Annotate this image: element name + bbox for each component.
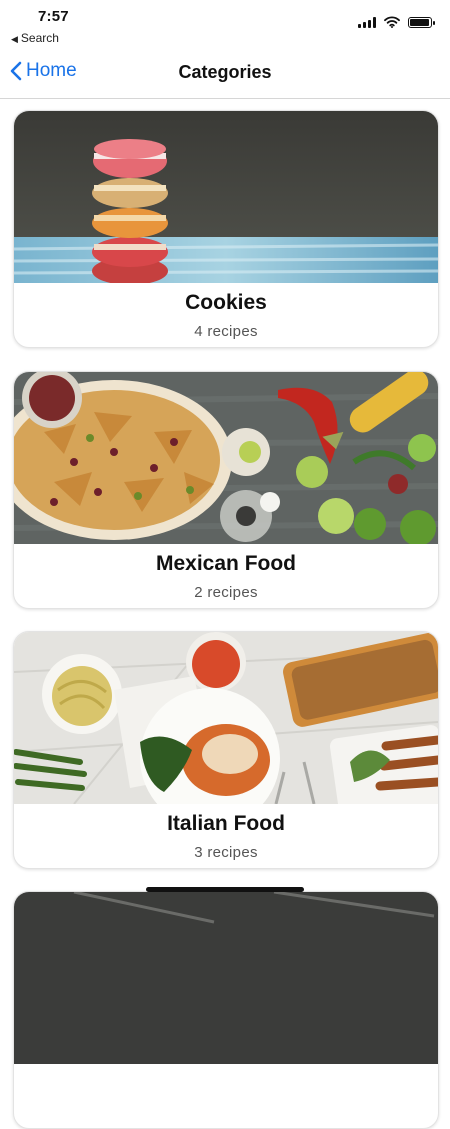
category-card-cookies[interactable]: Cookies 4 recipes xyxy=(13,110,439,348)
cookies-photo xyxy=(14,111,438,283)
back-triangle-icon: ◀ xyxy=(11,34,18,44)
wifi-icon xyxy=(384,16,400,28)
battery-icon xyxy=(408,16,435,28)
status-back-to-app[interactable]: ◀ Search xyxy=(11,31,59,45)
recipe-count: 2 recipes xyxy=(194,584,258,601)
category-card-mexican-food[interactable]: Mexican Food 2 recipes xyxy=(13,371,439,609)
cellular-signal-icon xyxy=(358,16,376,28)
status-icons xyxy=(358,16,435,28)
status-back-label: Search xyxy=(20,31,59,45)
home-back-label: Home xyxy=(26,60,77,81)
category-card-italian-food[interactable]: Italian Food 3 recipes xyxy=(13,631,439,869)
category-title: Italian Food xyxy=(167,812,285,835)
category-card-partial[interactable] xyxy=(13,891,439,1129)
home-indicator xyxy=(146,887,304,892)
status-time: 7:57 xyxy=(38,8,69,25)
mexican-food-photo xyxy=(14,372,438,544)
italian-food-photo xyxy=(14,632,438,804)
home-back-button[interactable]: Home xyxy=(10,60,77,82)
chevron-left-icon xyxy=(10,61,22,81)
category-title: Cookies xyxy=(185,291,267,314)
recipe-count: 3 recipes xyxy=(194,844,258,861)
category-photo-partial xyxy=(14,892,438,1064)
recipe-count: 4 recipes xyxy=(194,323,258,340)
category-title: Mexican Food xyxy=(155,552,297,575)
status-bar: 7:57 ◀ Search xyxy=(0,0,450,48)
navigation-bar: Home Categories xyxy=(0,48,450,99)
